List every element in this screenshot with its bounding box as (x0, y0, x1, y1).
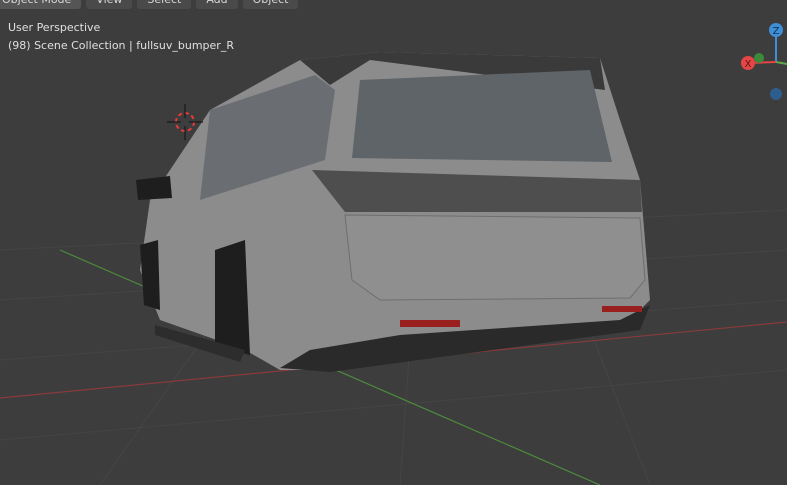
menu-select[interactable]: Select (137, 0, 192, 9)
gizmo-z-label: Z (773, 26, 780, 37)
car-model[interactable] (136, 52, 650, 372)
collection-info: (98) Scene Collection | fullsuv_bumper_R (8, 39, 234, 52)
navigation-gizmo[interactable]: Z X (741, 23, 787, 100)
view-name: User Perspective (8, 21, 101, 34)
viewport-header: Object Mode View Select Add Object (0, 0, 299, 9)
gizmo-x-label: X (745, 59, 752, 70)
menu-view[interactable]: View (86, 0, 133, 9)
3d-viewport[interactable]: Z X (0, 0, 787, 485)
menu-add[interactable]: Add (196, 0, 238, 9)
gizmo-neg-z-axis[interactable] (770, 88, 782, 100)
mode-dropdown[interactable]: Object Mode (0, 0, 82, 9)
menu-object[interactable]: Object (242, 0, 299, 9)
